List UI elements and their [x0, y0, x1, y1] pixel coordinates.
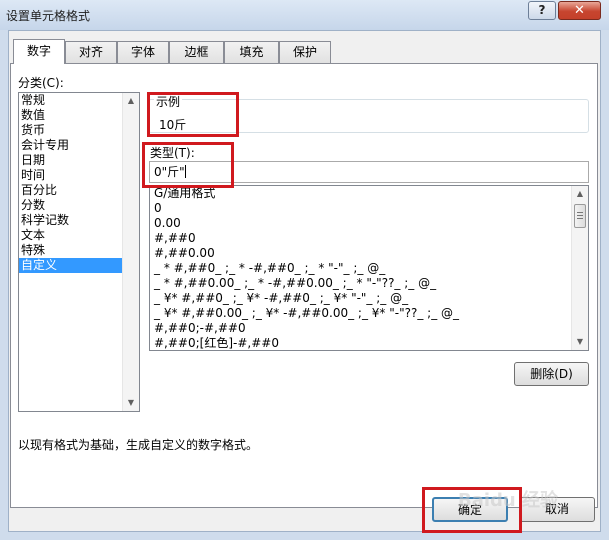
category-item-currency[interactable]: 货币 — [19, 123, 139, 138]
type-input[interactable]: 0"斤" — [149, 161, 589, 183]
format-item[interactable]: #,##0;-#,##0 — [150, 321, 588, 336]
category-item-text[interactable]: 文本 — [19, 228, 139, 243]
format-item[interactable]: _ ¥* #,##0_ ;_ ¥* -#,##0_ ;_ ¥* "-"_ ;_ … — [150, 291, 588, 306]
format-item[interactable]: 0.00 — [150, 216, 588, 231]
tab-fill[interactable]: 填充 — [224, 41, 279, 63]
category-item-date[interactable]: 日期 — [19, 153, 139, 168]
category-item-percentage[interactable]: 百分比 — [19, 183, 139, 198]
tab-protection[interactable]: 保护 — [279, 41, 331, 63]
category-item-scientific[interactable]: 科学记数 — [19, 213, 139, 228]
text-caret — [184, 165, 186, 178]
format-item[interactable]: _ ¥* #,##0.00_ ;_ ¥* -#,##0.00_ ;_ ¥* "-… — [150, 306, 588, 321]
format-item[interactable]: _ * #,##0_ ;_ * -#,##0_ ;_ * "-"_ ;_ @_ — [150, 261, 588, 276]
type-input-value: 0"斤" — [154, 165, 185, 179]
format-scrollbar[interactable]: ▲ ▼ — [571, 186, 588, 350]
category-item-number[interactable]: 数值 — [19, 108, 139, 123]
category-item-time[interactable]: 时间 — [19, 168, 139, 183]
format-item[interactable]: #,##0;[红色]-#,##0 — [150, 336, 588, 350]
category-item-custom[interactable]: 自定义 — [19, 258, 122, 273]
category-item-accounting[interactable]: 会计专用 — [19, 138, 139, 153]
help-button[interactable]: ? — [528, 1, 556, 20]
number-tab-panel: 分类(C): 常规 数值 货币 会计专用 日期 时间 百分比 分数 科学记数 文… — [10, 63, 598, 508]
scroll-up-icon[interactable]: ▲ — [123, 93, 139, 109]
format-item[interactable]: G/通用格式 — [150, 186, 588, 201]
category-item-special[interactable]: 特殊 — [19, 243, 139, 258]
sample-group — [148, 99, 589, 133]
category-scrollbar[interactable]: ▲ ▼ — [122, 93, 139, 411]
sample-value: 10斤 — [159, 118, 187, 132]
format-list[interactable]: G/通用格式 0 0.00 #,##0 #,##0.00 _ * #,##0_ … — [149, 185, 589, 351]
scroll-thumb[interactable] — [574, 204, 586, 228]
format-item[interactable]: #,##0.00 — [150, 246, 588, 261]
tab-border[interactable]: 边框 — [169, 41, 224, 63]
description-text: 以现有格式为基础，生成自定义的数字格式。 — [18, 438, 259, 452]
dialog-body: 数字 对齐 字体 边框 填充 保护 分类(C): 常规 数值 货币 会计专用 日… — [8, 30, 601, 532]
close-button[interactable]: ✕ — [558, 1, 601, 20]
category-item-general[interactable]: 常规 — [19, 93, 139, 108]
delete-button[interactable]: 删除(D) — [514, 362, 589, 386]
scroll-up-icon[interactable]: ▲ — [572, 186, 588, 202]
title-bar: 设置单元格格式 ? ✕ — [0, 0, 609, 30]
tab-font[interactable]: 字体 — [117, 41, 169, 63]
dialog-title: 设置单元格格式 — [6, 9, 91, 23]
format-item[interactable]: #,##0 — [150, 231, 588, 246]
scroll-down-icon[interactable]: ▼ — [123, 395, 139, 411]
sample-label: 示例 — [154, 93, 183, 110]
type-label: 类型(T): — [150, 146, 195, 160]
format-item[interactable]: _ * #,##0.00_ ;_ * -#,##0.00_ ;_ * "-"??… — [150, 276, 588, 291]
tab-alignment[interactable]: 对齐 — [65, 41, 117, 63]
format-item[interactable]: 0 — [150, 201, 588, 216]
scroll-down-icon[interactable]: ▼ — [572, 334, 588, 350]
tab-number[interactable]: 数字 — [13, 39, 65, 64]
category-label: 分类(C): — [18, 76, 64, 90]
tab-strip: 数字 对齐 字体 边框 填充 保护 — [9, 39, 600, 64]
watermark-logo: Baidu 经验 — [458, 490, 559, 511]
category-list[interactable]: 常规 数值 货币 会计专用 日期 时间 百分比 分数 科学记数 文本 特殊 自定… — [18, 92, 140, 412]
category-item-fraction[interactable]: 分数 — [19, 198, 139, 213]
